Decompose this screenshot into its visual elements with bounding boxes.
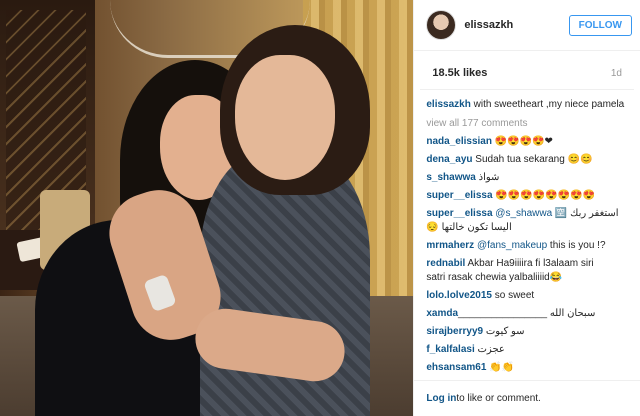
follow-button[interactable]: FOLLOW [568,14,632,36]
comment-username[interactable]: f_kalfalasi [426,344,474,355]
login-prompt: Log in to like or comment. [414,380,640,416]
comment-text: Sudah tua sekarang 😊😊 [472,154,593,165]
comment-text: this is you !? [547,240,606,251]
view-all-comments-link[interactable]: view all 177 comments [426,118,628,129]
comment: xamda________________ سبحان الله [426,307,628,321]
comment: sirajberryy9 سو كيوت [426,325,628,339]
caption-username[interactable]: elissazkh [426,99,470,110]
person-right-face [235,55,335,180]
caption-text: with sweetheart ,my niece pamela [470,99,625,110]
comment-username[interactable]: sirajberryy9 [426,326,483,337]
comment-text: 😍😍😍😍❤ [491,136,553,147]
comment-username[interactable]: mrmaherz [426,240,474,251]
comment-username[interactable]: xamda [426,308,458,319]
comment-username[interactable]: super__elissa [426,190,492,201]
post-age[interactable]: 1d [611,68,622,79]
header-username[interactable]: elissazkh [464,19,568,31]
comment-mention[interactable]: @fans_makeup [474,240,547,251]
comment-text: ________________ سبحان الله [458,308,596,319]
comment-text: 👏👏 [486,362,515,373]
post-photo[interactable] [0,0,414,416]
post-meta: 18.5k likes 1d [420,51,634,90]
comment-username[interactable]: super__elissa [426,208,492,219]
comment-text: 🈳 استغفر ربك [552,208,619,219]
comment: lolo.lolve2015 so sweet [426,289,628,303]
comment-username[interactable]: nada_elissian [426,136,492,147]
caption: elissazkh with sweetheart ,my niece pame… [426,98,628,112]
avatar[interactable] [426,10,457,40]
comment: f_kalfalasi عجزت [426,343,628,357]
comment-username[interactable]: lolo.lolve2015 [426,290,492,301]
comment-text: 😔 اليسا تكون خالتها [426,222,512,233]
post-side-panel: elissazkh FOLLOW 18.5k likes 1d elissazk… [413,0,640,416]
comment-text: عجزت [474,344,505,355]
post-header: elissazkh FOLLOW [414,0,640,51]
comment: rednabil Akbar Ha9iiiira fi l3alaam siri [426,257,628,271]
login-link[interactable]: Log in [426,393,456,404]
comment-text: 😍😍😍😍😍😍😍😍 [492,190,595,201]
comment: s_shawwa شواذ [426,171,628,185]
comment-username[interactable]: dena_ayu [426,154,472,165]
login-text: to like or comment. [456,393,541,404]
comment-text: شواذ [475,172,500,183]
comment: nada_elissian 😍😍😍😍❤ [426,135,628,149]
comment-text: satri rasak chewia yalbaliiiid😂 [426,272,563,283]
comment: super__elissa @s_shawwa 🈳 استغفر ربك [426,207,628,221]
comment-continuation: satri rasak chewia yalbaliiiid😂 [426,271,628,285]
comment-username[interactable]: rednabil [426,258,465,269]
comment: mrmaherz @fans_makeup this is you !? [426,239,628,253]
comment: ehsansam61 👏👏 [426,361,628,375]
comment-text: Akbar Ha9iiiira fi l3alaam siri [465,258,594,269]
comment-text: سو كيوت [483,326,525,337]
comment: dena_ayu Sudah tua sekarang 😊😊 [426,153,628,167]
likes-count[interactable]: 18.5k likes [432,67,487,79]
comment-mention[interactable]: @s_shawwa [493,208,552,219]
comment: super__elissa 😍😍😍😍😍😍😍😍 [426,189,628,203]
instagram-post: elissazkh FOLLOW 18.5k likes 1d elissazk… [0,0,640,416]
comment-username[interactable]: ehsansam61 [426,362,486,373]
comments-section: elissazkh with sweetheart ,my niece pame… [414,90,640,375]
comment-username[interactable]: s_shawwa [426,172,475,183]
comment-continuation: 😔 اليسا تكون خالتها [426,221,628,235]
comment-text: so sweet [491,290,535,301]
